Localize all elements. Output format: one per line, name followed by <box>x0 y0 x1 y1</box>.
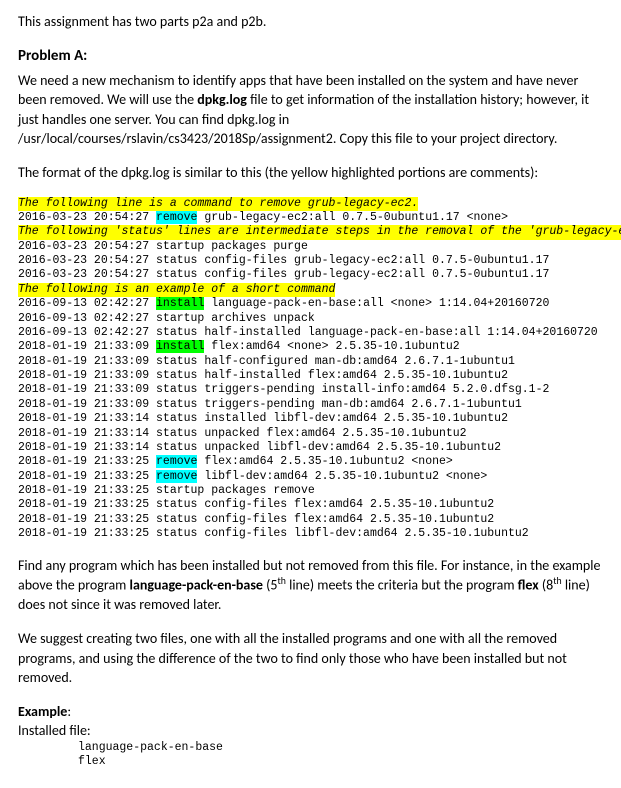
log-line: 2018-01-19 21:33:09 status triggers-pend… <box>18 398 603 412</box>
log-install-cmd: install <box>156 297 204 310</box>
installed-item: language-pack-en-base <box>78 741 603 755</box>
p3b: (5 <box>263 577 278 594</box>
log-line: 2018-01-19 21:33:25 remove libfl-dev:amd… <box>18 470 603 484</box>
log-line: 2018-01-19 21:33:09 install flex:amd64 <… <box>18 340 603 354</box>
log-line: 2018-01-19 21:33:25 remove flex:amd64 2.… <box>18 455 603 469</box>
log-install-cmd: install <box>156 340 204 353</box>
log-remove-cmd: remove <box>156 211 197 224</box>
log-line: 2018-01-19 21:33:09 status half-installe… <box>18 369 603 383</box>
dpkg-log-block: The following line is a command to remov… <box>18 197 603 542</box>
log-comment: The following is an example of a short c… <box>18 283 335 297</box>
log-rest: flex:amd64 <none> 2.5.35-10.1ubuntu2 <box>204 340 459 353</box>
log-line: 2018-01-19 21:33:09 status triggers-pend… <box>18 383 603 397</box>
log-rest: libfl-dev:amd64 2.5.35-10.1ubuntu2 <none… <box>197 470 487 483</box>
problem-a-para2: The format of the dpkg.log is similar to… <box>18 163 603 183</box>
log-line: 2016-09-13 02:42:27 startup archives unp… <box>18 312 603 326</box>
log-timestamp: 2018-01-19 21:33:25 <box>18 455 156 468</box>
log-rest: grub-legacy-ec2:all 0.7.5-0ubuntu1.17 <n… <box>197 211 508 224</box>
installed-list: language-pack-en-baseflex <box>78 741 603 770</box>
log-comment: The following line is a command to remov… <box>18 197 418 211</box>
log-line: 2016-03-23 20:54:27 startup packages pur… <box>18 240 603 254</box>
problem-a-heading: Problem A: <box>18 46 603 67</box>
example-label: Example: <box>18 702 603 722</box>
log-line: The following 'status' lines are interme… <box>18 225 603 239</box>
flex-bold: flex <box>518 577 539 594</box>
log-line: 2018-01-19 21:33:14 status unpacked libf… <box>18 441 603 455</box>
dpkg-bold: dpkg.log <box>197 91 247 108</box>
log-line: 2018-01-19 21:33:25 status config-files … <box>18 498 603 512</box>
sup-5th: th <box>278 575 286 587</box>
log-timestamp: 2016-03-23 20:54:27 <box>18 211 156 224</box>
log-line: 2018-01-19 21:33:25 startup packages rem… <box>18 484 603 498</box>
intro-text: This assignment has two parts p2a and p2… <box>18 12 603 32</box>
log-timestamp: 2018-01-19 21:33:25 <box>18 470 156 483</box>
lang-pack-bold: language-pack-en-base <box>130 577 263 594</box>
log-line: 2018-01-19 21:33:14 status unpacked flex… <box>18 427 603 441</box>
log-line: 2016-09-13 02:42:27 install language-pac… <box>18 297 603 311</box>
log-line: 2018-01-19 21:33:25 status config-files … <box>18 527 603 541</box>
log-timestamp: 2018-01-19 21:33:09 <box>18 340 156 353</box>
log-line: 2016-09-13 02:42:27 status half-installe… <box>18 326 603 340</box>
log-rest: flex:amd64 2.5.35-10.1ubuntu2 <none> <box>197 455 452 468</box>
log-line: 2016-03-23 20:54:27 status config-files … <box>18 254 603 268</box>
log-rest: language-pack-en-base:all <none> 1:14.04… <box>204 297 549 310</box>
p3c: line) meets the criteria but the program <box>286 577 518 594</box>
problem-a-para3: Find any program which has been installe… <box>18 556 603 615</box>
log-line: 2018-01-19 21:33:14 status installed lib… <box>18 412 603 426</box>
log-comment: The following 'status' lines are interme… <box>18 225 621 239</box>
p3d: (8 <box>539 577 554 594</box>
problem-a-para1: We need a new mechanism to identify apps… <box>18 71 603 149</box>
log-remove-cmd: remove <box>156 455 197 468</box>
log-line: The following is an example of a short c… <box>18 283 603 297</box>
sup-8th: th <box>553 575 561 587</box>
log-line: 2018-01-19 21:33:09 status half-configur… <box>18 355 603 369</box>
log-line: 2018-01-19 21:33:25 status config-files … <box>18 513 603 527</box>
log-timestamp: 2016-09-13 02:42:27 <box>18 297 156 310</box>
log-line: 2016-03-23 20:54:27 remove grub-legacy-e… <box>18 211 603 225</box>
log-line: The following line is a command to remov… <box>18 197 603 211</box>
log-line: 2016-03-23 20:54:27 status config-files … <box>18 268 603 282</box>
log-remove-cmd: remove <box>156 470 197 483</box>
problem-a-para4: We suggest creating two files, one with … <box>18 629 603 688</box>
installed-item: flex <box>78 755 603 769</box>
example-bold: Example <box>18 703 67 720</box>
installed-file-label: Installed file: <box>18 721 603 741</box>
